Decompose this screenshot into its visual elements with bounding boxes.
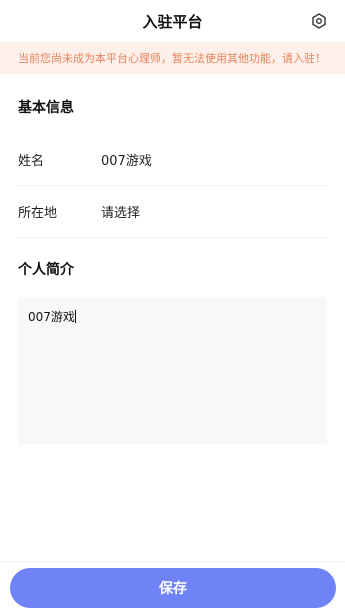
hexagon-gear-icon[interactable] [310,12,328,30]
page-title: 入驻平台 [142,12,203,31]
form-row-name[interactable]: 姓名 007游戏 [18,134,327,186]
name-label: 姓名 [18,154,45,169]
bottom-bar: 保存 [0,561,345,613]
nav-bar: 入驻平台 [0,0,345,42]
location-label: 所在地 [18,206,58,221]
text-cursor [74,310,76,323]
section-title-basic-info: 基本信息 [18,100,74,116]
name-field[interactable]: 007游戏 [101,150,152,169]
notice-text: 当前您尚未成为本平台心理师，暂无法使用其他功能，请入驻！ [18,52,326,65]
location-select[interactable]: 请选择 [101,202,140,221]
save-button[interactable]: 保存 [10,568,336,608]
form-row-location[interactable]: 所在地 请选择 [18,186,327,238]
notice-banner: 当前您尚未成为本平台心理师，暂无法使用其他功能，请入驻！ [0,42,345,74]
section-title-profile: 个人简介 [18,262,74,278]
profile-text: 007游戏 [28,310,75,324]
profile-textarea[interactable]: 007游戏 [18,297,327,444]
